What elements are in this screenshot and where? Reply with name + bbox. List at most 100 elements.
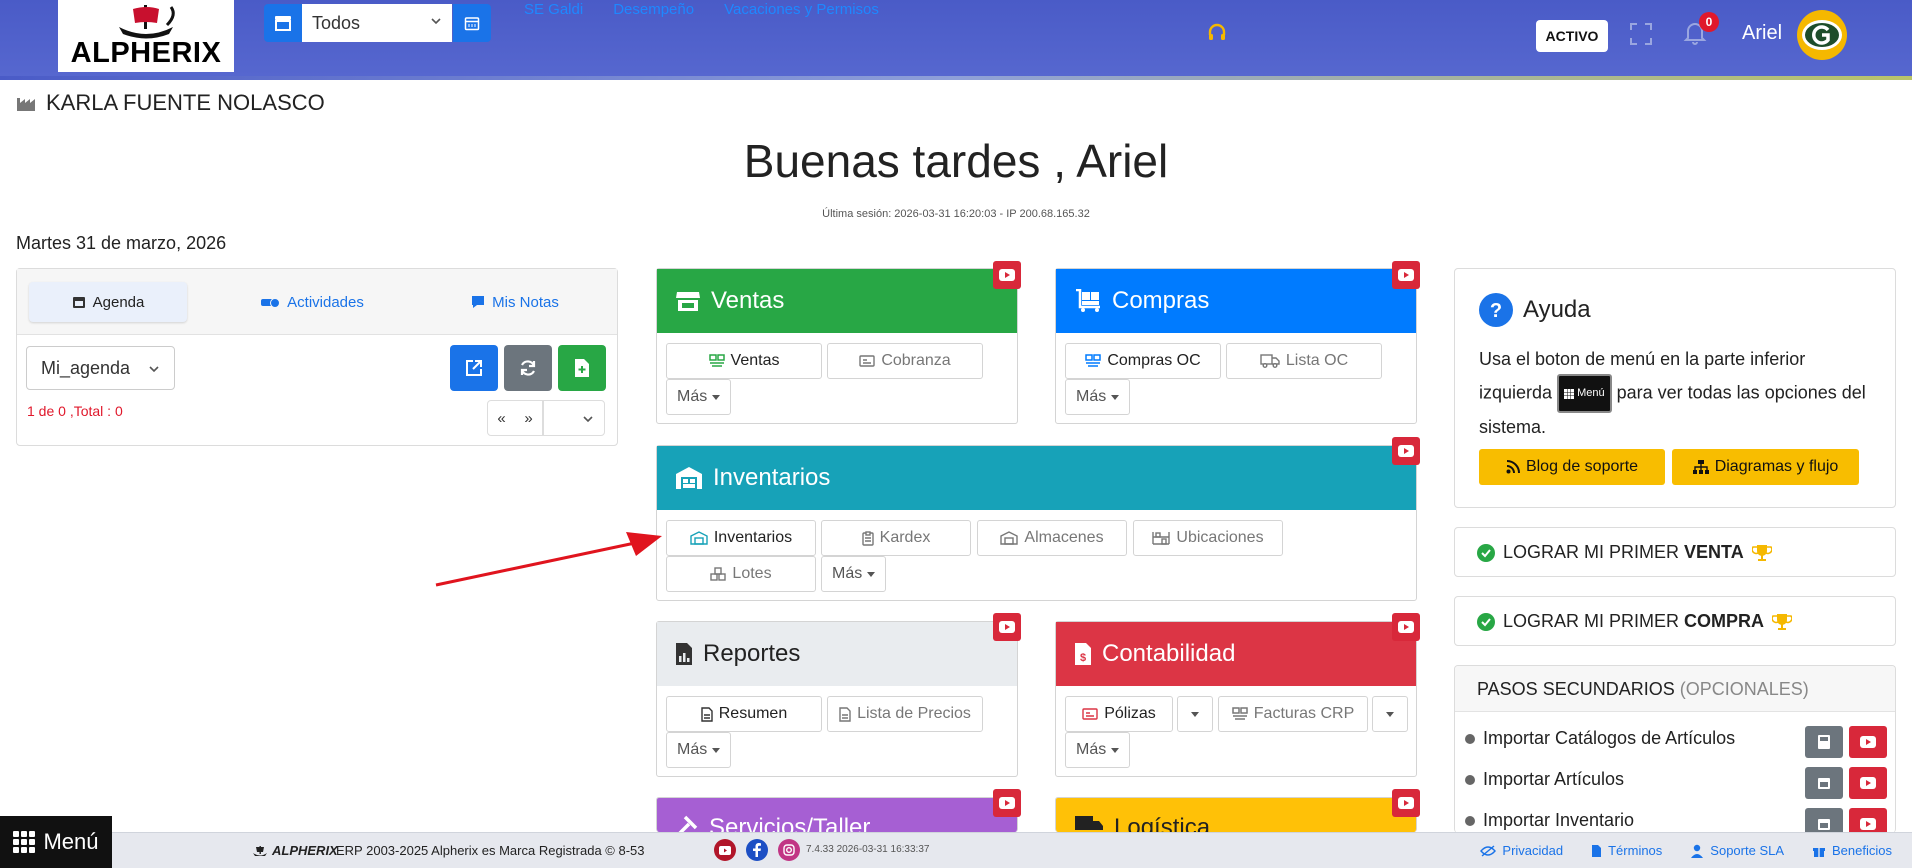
support-headset-icon[interactable] bbox=[1206, 22, 1228, 44]
invoice-dollar-icon: $ bbox=[1075, 643, 1091, 665]
tab-mis-notas[interactable]: Mis Notas bbox=[441, 282, 589, 322]
step-inventory-video-button[interactable] bbox=[1849, 808, 1887, 833]
module-servicios-header[interactable]: Servicios/Taller bbox=[657, 798, 1017, 832]
module-contabilidad-header[interactable]: $ Contabilidad bbox=[1056, 622, 1416, 686]
module-ventas-header[interactable]: Ventas bbox=[657, 269, 1017, 333]
inventarios-video-button[interactable] bbox=[1392, 437, 1420, 465]
top-link-galdi[interactable]: SE Galdi bbox=[524, 1, 583, 18]
ventas-more-button[interactable]: Más bbox=[666, 379, 732, 415]
document-icon bbox=[701, 706, 713, 722]
tab-agenda-label: Agenda bbox=[92, 293, 145, 311]
ventas-button[interactable]: Ventas bbox=[666, 343, 822, 379]
check-circle-icon bbox=[1477, 612, 1495, 631]
user-support-icon bbox=[1691, 844, 1704, 858]
tab-actividades-label: Actividades bbox=[287, 293, 364, 311]
module-inventarios-header[interactable]: Inventarios bbox=[657, 446, 1416, 510]
step-item[interactable]: Importar Catálogos de Artículos bbox=[1465, 728, 1735, 749]
note-icon bbox=[472, 296, 485, 308]
tab-agenda[interactable]: Agenda bbox=[29, 282, 187, 322]
step-catalog-doc-button[interactable] bbox=[1805, 726, 1843, 758]
pager-next-button[interactable]: » bbox=[524, 410, 532, 427]
company-logo[interactable]: ALPHERIX bbox=[58, 0, 234, 72]
clipboard-icon bbox=[861, 530, 874, 546]
contabilidad-video-button[interactable] bbox=[1392, 613, 1420, 641]
rss-icon bbox=[1506, 460, 1520, 474]
ubicaciones-button[interactable]: Ubicaciones bbox=[1133, 520, 1283, 556]
page-size-select[interactable] bbox=[543, 400, 605, 436]
open-external-button[interactable] bbox=[450, 345, 498, 391]
refresh-button[interactable] bbox=[504, 345, 552, 391]
caret-down-icon bbox=[1386, 711, 1394, 717]
diagrams-flow-button[interactable]: Diagramas y flujo bbox=[1672, 449, 1859, 485]
inventarios-button[interactable]: Inventarios bbox=[666, 520, 816, 556]
fullscreen-icon[interactable] bbox=[1629, 22, 1653, 46]
goal-first-sale[interactable]: LOGRAR MI PRIMER VENTA bbox=[1454, 527, 1896, 577]
grid-icon bbox=[13, 831, 36, 853]
branch-select[interactable]: Todos bbox=[302, 4, 452, 42]
module-contabilidad: $ Contabilidad Pólizas Facturas CRP Más bbox=[1055, 621, 1417, 777]
kardex-button[interactable]: Kardex bbox=[821, 520, 971, 556]
step-articles-video-button[interactable] bbox=[1849, 767, 1887, 799]
pager-prev-button[interactable]: « bbox=[497, 410, 505, 427]
module-logistica-header[interactable]: Logística bbox=[1056, 798, 1416, 832]
module-servicios: Servicios/Taller bbox=[656, 797, 1018, 832]
servicios-video-button[interactable] bbox=[993, 789, 1021, 817]
cobranza-button[interactable]: Cobranza bbox=[827, 343, 983, 379]
footer-youtube-link[interactable] bbox=[714, 839, 736, 861]
footer-link-privacidad[interactable]: Privacidad bbox=[1480, 843, 1563, 858]
reportes-video-button[interactable] bbox=[993, 613, 1021, 641]
agenda-select[interactable]: Mi_agenda bbox=[26, 346, 175, 390]
footer-link-terminos[interactable]: Términos bbox=[1591, 843, 1662, 858]
trophy-icon bbox=[1772, 613, 1793, 630]
main-menu-button[interactable]: Menú bbox=[0, 816, 112, 868]
compras-video-button[interactable] bbox=[1392, 261, 1420, 289]
almacenes-button[interactable]: Almacenes bbox=[977, 520, 1127, 556]
top-link-desempeno[interactable]: Desempeño bbox=[613, 1, 694, 18]
polizas-dropdown-button[interactable] bbox=[1177, 696, 1213, 732]
footer-instagram-link[interactable] bbox=[778, 839, 800, 861]
menu-chip-label: Menú bbox=[1577, 387, 1605, 399]
lista-precios-button[interactable]: Lista de Precios bbox=[827, 696, 983, 732]
user-name[interactable]: Ariel bbox=[1742, 22, 1782, 45]
ventas-video-button[interactable] bbox=[993, 261, 1021, 289]
contabilidad-more-button[interactable]: Más bbox=[1065, 732, 1131, 768]
step-catalog-video-button[interactable] bbox=[1849, 726, 1887, 758]
facturas-crp-dropdown-button[interactable] bbox=[1372, 696, 1408, 732]
compras-oc-button[interactable]: Compras OC bbox=[1065, 343, 1221, 379]
branch-store-button[interactable] bbox=[264, 4, 302, 42]
step-item[interactable]: Importar Inventario bbox=[1465, 810, 1634, 831]
pos-icon bbox=[1232, 707, 1248, 720]
step-inventory-doc-button[interactable] bbox=[1805, 808, 1843, 833]
lista-oc-button[interactable]: Lista OC bbox=[1226, 343, 1382, 379]
step-articles-doc-button[interactable] bbox=[1805, 767, 1843, 799]
compras-more-button[interactable]: Más bbox=[1065, 379, 1131, 415]
report-file-icon bbox=[676, 643, 692, 665]
caret-down-icon bbox=[1111, 394, 1120, 400]
inventarios-more-button[interactable]: Más bbox=[821, 556, 887, 592]
resumen-button[interactable]: Resumen bbox=[666, 696, 822, 732]
module-reportes-header[interactable]: Reportes bbox=[657, 622, 1017, 686]
blog-support-label: Blog de soporte bbox=[1525, 458, 1639, 475]
tab-actividades[interactable]: Actividades bbox=[227, 282, 397, 322]
goal-first-purchase[interactable]: LOGRAR MI PRIMER COMPRA bbox=[1454, 596, 1896, 646]
footer-link-beneficios[interactable]: Beneficios bbox=[1812, 843, 1892, 858]
step-item[interactable]: Importar Artículos bbox=[1465, 769, 1624, 790]
logistica-video-button[interactable] bbox=[1392, 789, 1420, 817]
add-file-button[interactable] bbox=[558, 345, 606, 391]
reportes-more-button[interactable]: Más bbox=[666, 732, 732, 768]
user-avatar[interactable] bbox=[1796, 9, 1848, 61]
facturas-crp-button[interactable]: Facturas CRP bbox=[1218, 696, 1368, 732]
footer-link-soporte[interactable]: Soporte SLA bbox=[1690, 843, 1784, 858]
footer-facebook-link[interactable] bbox=[746, 839, 768, 861]
blog-support-button[interactable]: Blog de soporte bbox=[1479, 449, 1665, 485]
lotes-button[interactable]: Lotes bbox=[666, 556, 816, 592]
avatar-logo-icon bbox=[1797, 10, 1847, 60]
calendar-icon bbox=[1818, 778, 1830, 789]
almacenes-button-label: Almacenes bbox=[1024, 529, 1104, 546]
module-compras-header[interactable]: Compras bbox=[1056, 269, 1416, 333]
calendar-button[interactable] bbox=[453, 4, 491, 42]
warehouse-icon bbox=[1000, 531, 1019, 545]
top-link-vacaciones[interactable]: Vacaciones y Permisos bbox=[724, 1, 879, 18]
polizas-button[interactable]: Pólizas bbox=[1065, 696, 1173, 732]
youtube-icon bbox=[719, 845, 731, 855]
